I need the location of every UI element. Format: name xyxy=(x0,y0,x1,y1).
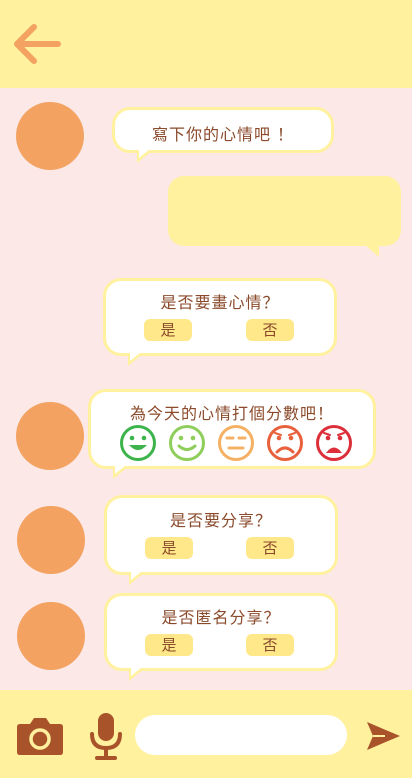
bot-avatar xyxy=(17,602,85,670)
very-happy-face-icon[interactable] xyxy=(119,424,157,462)
share-yes-button[interactable]: 是 xyxy=(145,537,193,559)
send-icon[interactable] xyxy=(365,720,401,752)
anonymous-share-bubble: 是否匿名分享？ 是 否 xyxy=(104,593,338,681)
bot-avatar xyxy=(17,506,85,574)
very-sad-face-icon[interactable] xyxy=(315,424,353,462)
sad-face-icon[interactable] xyxy=(266,424,304,462)
anonymous-share-no-button[interactable]: 否 xyxy=(246,634,294,656)
draw-mood-yes-button[interactable]: 是 xyxy=(144,319,192,341)
share-no-button[interactable]: 否 xyxy=(246,537,294,559)
anonymous-share-yes-button[interactable]: 是 xyxy=(145,634,193,656)
happy-face-icon[interactable] xyxy=(168,424,206,462)
neutral-face-icon[interactable] xyxy=(217,424,255,462)
share-bubble: 是否要分享？ 是 否 xyxy=(104,495,338,585)
message-input[interactable] xyxy=(135,715,347,755)
draw-mood-question: 是否要畫心情？ xyxy=(160,293,280,312)
bot-avatar xyxy=(16,102,84,170)
anonymous-share-question: 是否匿名分享？ xyxy=(161,608,281,627)
microphone-icon[interactable] xyxy=(88,712,124,760)
arrow-left-icon[interactable] xyxy=(12,22,62,66)
bot-avatar xyxy=(16,402,84,470)
share-question: 是否要分享？ xyxy=(169,511,272,530)
prompt-bubble: 寫下你的心情吧 ！ xyxy=(112,107,334,163)
draw-mood-no-button[interactable]: 否 xyxy=(246,319,294,341)
rate-day-bubble: 為今天的心情打個分數吧！ xyxy=(88,389,376,479)
rate-day-question: 為今天的心情打個分數吧！ xyxy=(129,404,334,423)
camera-icon[interactable] xyxy=(16,716,64,756)
user-reply-bubble[interactable] xyxy=(168,176,401,257)
draw-mood-bubble: 是否要畫心情？ 是 否 xyxy=(103,278,337,366)
prompt-text: 寫下你的心情吧 ！ xyxy=(151,125,295,144)
mood-face-row xyxy=(115,424,355,464)
